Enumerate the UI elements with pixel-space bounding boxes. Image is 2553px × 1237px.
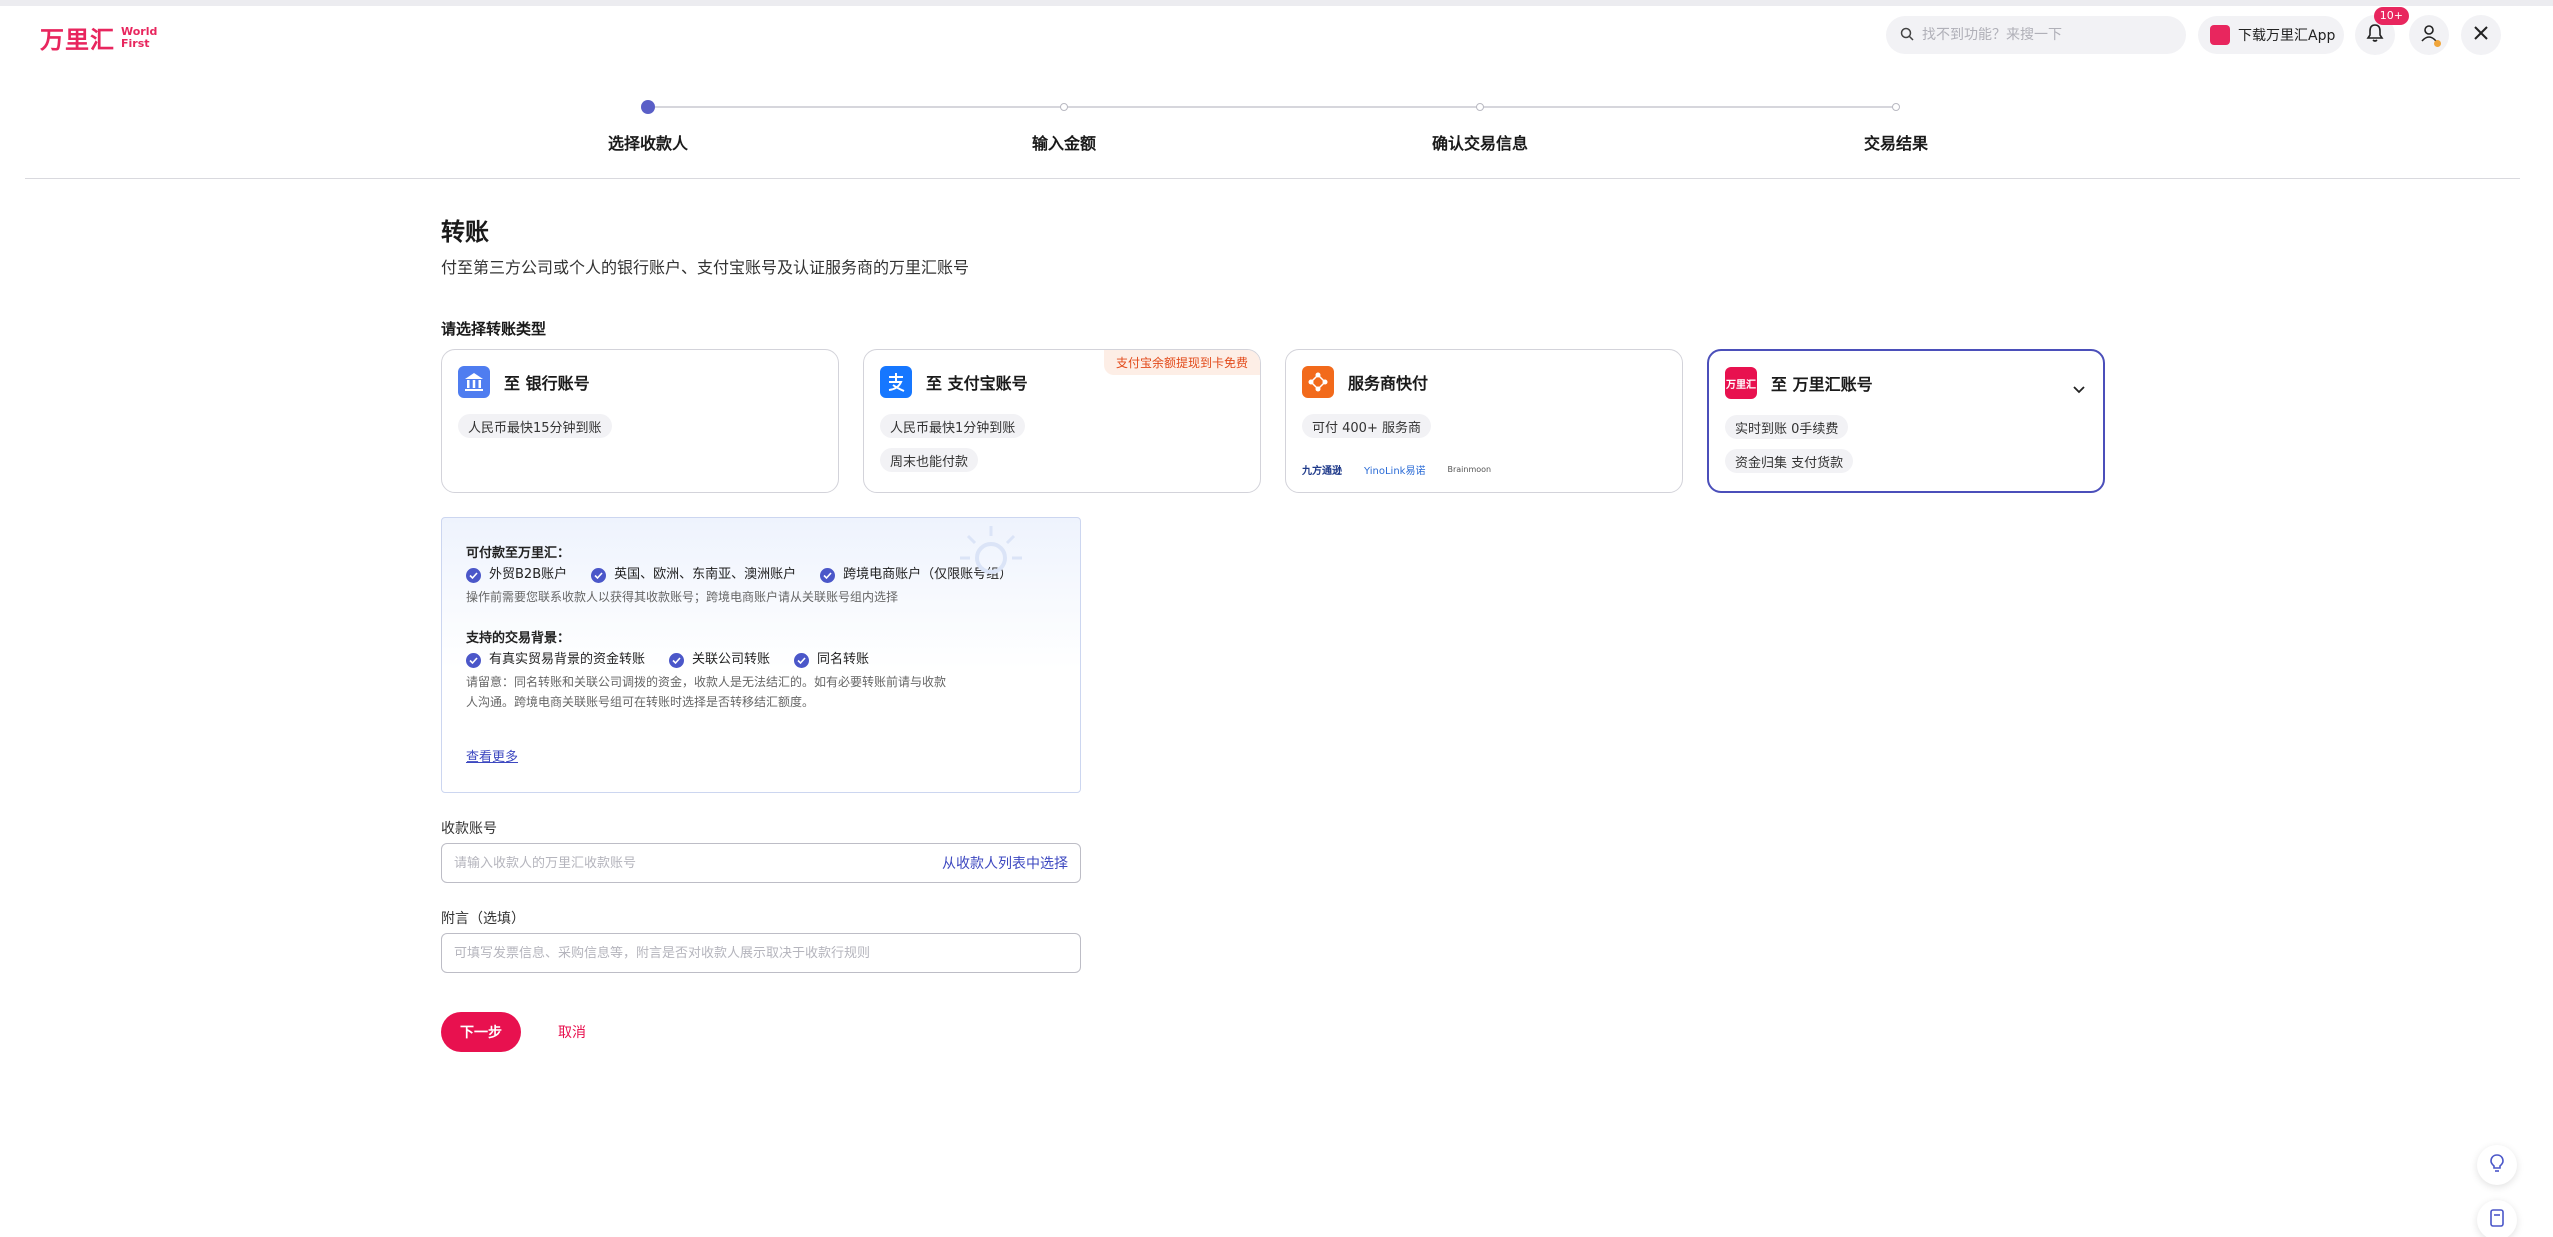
memo-field[interactable] [441, 933, 1081, 973]
card-tag: 资金归集 支付货款 [1725, 449, 1854, 473]
step-label-4: 交易结果 [1863, 134, 1929, 153]
bell-icon [2365, 23, 2385, 47]
payable-item-label: 英国、欧洲、东南亚、澳洲账户 [614, 567, 797, 582]
next-button[interactable]: 下一步 [441, 1012, 521, 1052]
search-icon [1900, 26, 1914, 45]
progress-stepper: 选择收款人 输入金额 确认交易信息 交易结果 [608, 100, 1928, 160]
transfer-type-bank-card[interactable]: 至 银行账号 人民币最快15分钟到账 [441, 349, 839, 493]
transfer-type-provider-card[interactable]: 服务商快付 可付 400+ 服务商 九方通逊 YinoLink易诺 Brainm… [1285, 349, 1683, 493]
logo[interactable]: 万里汇 World First [40, 20, 157, 55]
header-divider [25, 178, 2520, 179]
context-item: 有真实贸易背景的资金转账 [466, 650, 645, 670]
decorative-sun-icon [956, 522, 1026, 586]
calculator-icon [2489, 1208, 2505, 1232]
card-title: 至 银行账号 [504, 374, 590, 393]
card-header: 服务商快付 [1302, 366, 1428, 398]
context-item: 同名转账 [794, 650, 869, 670]
card-title: 至 支付宝账号 [926, 374, 1028, 393]
payable-item-label: 外贸B2B账户 [489, 567, 568, 582]
card-tag: 可付 400+ 服务商 [1302, 414, 1431, 438]
check-icon [820, 567, 836, 583]
select-from-payee-list-link[interactable]: 从收款人列表中选择 [942, 853, 1068, 873]
card-header: 至 银行账号 [458, 366, 590, 398]
check-icon [669, 652, 685, 668]
logo-en-line-2: First [121, 36, 150, 50]
app-logo-icon [2210, 25, 2230, 45]
card-tag: 周末也能付款 [880, 448, 979, 472]
check-icon [591, 567, 607, 583]
transfer-type-label: 请选择转账类型 [441, 320, 547, 338]
transfer-type-worldfirst-card[interactable]: 万里汇 至 万里汇账号 实时到账 0手续费 资金归集 支付货款 [1707, 349, 2105, 493]
download-app-button[interactable]: 下载万里汇App [2198, 16, 2344, 54]
check-icon [466, 652, 481, 668]
step-dot-4 [1892, 103, 1900, 111]
memo-label: 附言（选填） [441, 911, 525, 927]
calculator-button[interactable] [2477, 1200, 2517, 1237]
search-input[interactable] [1922, 27, 2172, 43]
close-icon [2473, 25, 2489, 45]
context-title: 支持的交易背景： [466, 631, 571, 646]
provider-icon [1302, 366, 1334, 398]
transfer-type-alipay-card[interactable]: 至 支付宝账号 支付宝余额提现到卡免费 人民币最快1分钟到账 周末也能付款 [863, 349, 1261, 493]
download-app-label: 下载万里汇App [2238, 28, 2336, 44]
context-item-label: 有真实贸易背景的资金转账 [489, 652, 646, 667]
step-dot-3 [1476, 103, 1484, 111]
context-note-1: 请留意：同名转账和关联公司调拨的资金，收款人是无法结汇的。如有必要转账前请与收款 [466, 675, 947, 689]
context-list: 有真实贸易背景的资金转账 关联公司转账 同名转账 [466, 650, 1056, 670]
context-item: 关联公司转账 [669, 650, 770, 670]
card-title: 至 万里汇账号 [1771, 375, 1873, 394]
payable-item: 英国、欧洲、东南亚、澳洲账户 [591, 565, 796, 585]
partner-logo-1: 九方通逊 [1302, 466, 1342, 477]
card-tag: 实时到账 0手续费 [1725, 415, 1849, 439]
card-tag: 人民币最快1分钟到账 [880, 414, 1026, 438]
account-label: 收款账号 [441, 821, 497, 837]
card-title: 服务商快付 [1348, 374, 1429, 393]
promo-tag: 支付宝余额提现到卡免费 [1103, 350, 1260, 375]
cancel-button[interactable]: 取消 [558, 1022, 586, 1042]
check-icon [794, 652, 810, 668]
profile-status-dot [2434, 40, 2441, 47]
card-tag: 人民币最快15分钟到账 [458, 414, 612, 438]
notification-badge: 10+ [2373, 7, 2409, 25]
profile-button[interactable] [2409, 15, 2449, 55]
memo-input[interactable] [454, 945, 1068, 961]
page-title: 转账 [441, 218, 489, 246]
card-header: 至 支付宝账号 [880, 366, 1028, 398]
worldfirst-info-panel: 可付款至万里汇： 外贸B2B账户 英国、欧洲、东南亚、澳洲账户 跨境电商账户（仅… [441, 517, 1081, 793]
partner-logo-2: YinoLink易诺 [1364, 466, 1426, 477]
partner-logos: 九方通逊 YinoLink易诺 Brainmoon [1302, 462, 1491, 477]
close-button[interactable] [2461, 15, 2501, 55]
stepper-track [648, 106, 1896, 108]
step-label-3: 确认交易信息 [1431, 134, 1529, 153]
account-field[interactable]: 从收款人列表中选择 [441, 843, 1081, 883]
context-note-2: 人沟通。跨境电商关联账号组可在转账时选择是否转移结汇额度。 [466, 695, 815, 709]
chevron-down-icon[interactable] [2073, 379, 2085, 398]
logo-en: World First [121, 25, 157, 50]
card-header: 万里汇 至 万里汇账号 [1725, 367, 1873, 399]
step-dot-1 [641, 100, 655, 114]
step-label-1: 选择收款人 [607, 134, 689, 153]
step-label-2: 输入金额 [1031, 134, 1097, 153]
account-input[interactable] [454, 855, 942, 871]
partner-logo-3: Brainmoon [1447, 465, 1492, 474]
search-box[interactable] [1886, 16, 2186, 54]
context-item-label: 同名转账 [817, 652, 870, 667]
logo-text: 万里汇 [40, 26, 115, 54]
context-item-label: 关联公司转账 [692, 652, 771, 667]
payable-item: 外贸B2B账户 [466, 565, 567, 585]
notification-button[interactable]: 10+ [2355, 7, 2409, 55]
step-dot-2 [1060, 103, 1068, 111]
top-bar [0, 0, 2553, 6]
check-icon [466, 567, 481, 583]
tips-button[interactable] [2477, 1145, 2517, 1185]
page-subtitle: 付至第三方公司或个人的银行账户、支付宝账号及认证服务商的万里汇账号 [441, 258, 970, 277]
alipay-icon [880, 366, 912, 398]
lightbulb-icon [2488, 1153, 2506, 1177]
payable-note: 操作前需要您联系收款人以获得其收款账号；跨境电商账户请从关联账号组内选择 [466, 590, 899, 604]
worldfirst-logo-icon: 万里汇 [1725, 367, 1757, 399]
view-more-link[interactable]: 查看更多 [466, 746, 518, 765]
bank-icon [458, 366, 490, 398]
